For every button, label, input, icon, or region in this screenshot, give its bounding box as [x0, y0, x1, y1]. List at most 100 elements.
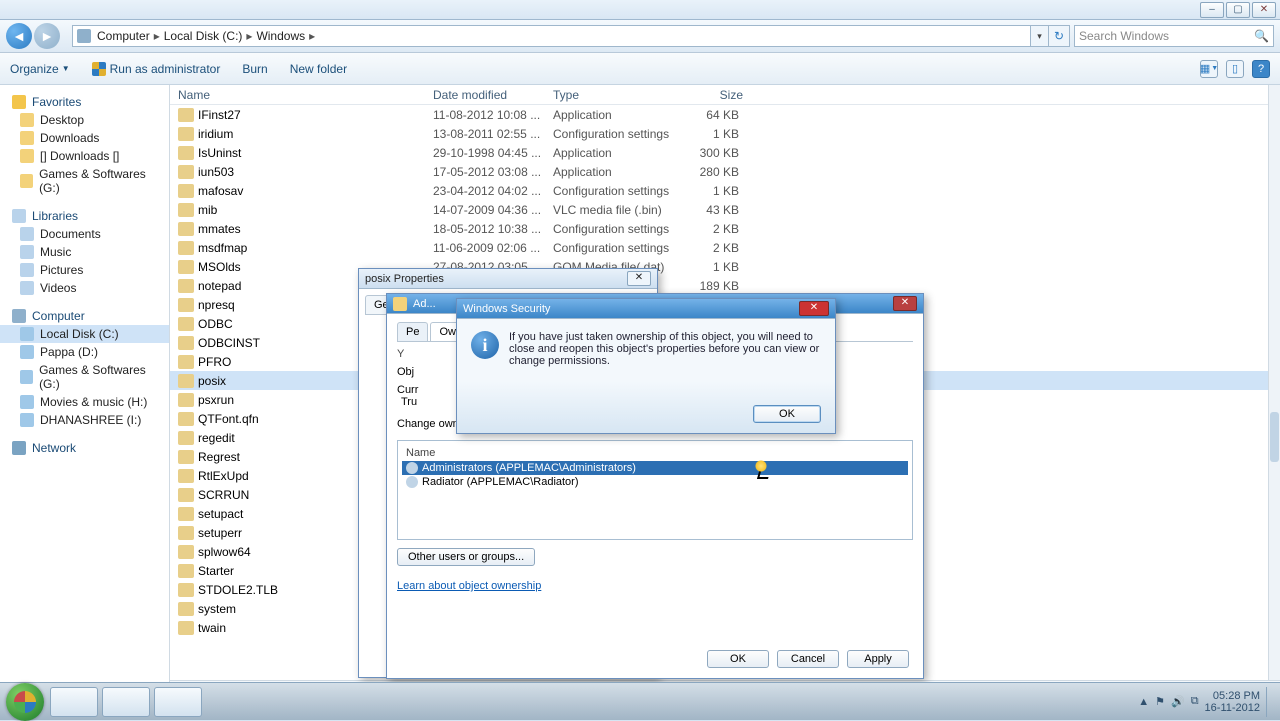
maximize-button[interactable]: ▢ — [1226, 2, 1250, 18]
file-icon — [178, 127, 194, 141]
newfolder-button[interactable]: New folder — [290, 62, 347, 76]
address-bar[interactable]: Computer▸ Local Disk (C:)▸ Windows▸ — [72, 25, 1031, 47]
file-icon — [178, 393, 194, 407]
sidebar-computer[interactable]: Computer — [0, 307, 169, 325]
file-icon — [178, 602, 194, 616]
show-desktop-button[interactable] — [1266, 687, 1274, 717]
folder-icon — [393, 297, 407, 311]
folder-icon — [20, 327, 34, 341]
system-tray[interactable]: ▲ ⚑ 🔊 ⧉ 05:28 PM16-11-2012 — [1138, 687, 1274, 717]
file-row[interactable]: msdfmap11-06-2009 02:06 ...Configuration… — [170, 238, 1268, 257]
sidebar-item[interactable]: Pappa (D:) — [0, 343, 169, 361]
file-row[interactable]: iun50317-05-2012 03:08 ...Application280… — [170, 162, 1268, 181]
file-icon — [178, 431, 194, 445]
folder-icon — [20, 174, 33, 188]
file-row[interactable]: mafosav23-04-2012 04:02 ...Configuration… — [170, 181, 1268, 200]
sidebar-item[interactable]: [] Downloads [] — [0, 147, 169, 165]
advsec-apply-button[interactable]: Apply — [847, 650, 909, 668]
learn-ownership-link[interactable]: Learn about object ownership — [397, 580, 541, 592]
advsec-cancel-button[interactable]: Cancel — [777, 650, 839, 668]
file-icon — [178, 165, 194, 179]
folder-icon — [20, 227, 34, 241]
file-icon — [178, 545, 194, 559]
search-input[interactable]: Search Windows 🔍 — [1074, 25, 1274, 47]
posix-close-button[interactable]: ✕ — [627, 271, 651, 286]
file-icon — [178, 374, 194, 388]
task-ie[interactable] — [102, 687, 150, 717]
other-users-button[interactable]: Other users or groups... — [397, 548, 535, 566]
search-icon: 🔍 — [1254, 29, 1269, 43]
owner-administrators[interactable]: Administrators (APPLEMAC\Administrators) — [402, 461, 908, 475]
sidebar-item[interactable]: Music — [0, 243, 169, 261]
alert-close-button[interactable]: ✕ — [799, 301, 829, 316]
sidebar-item[interactable]: Pictures — [0, 261, 169, 279]
file-row[interactable]: mib14-07-2009 04:36 ...VLC media file (.… — [170, 200, 1268, 219]
crumb-computer[interactable]: Computer — [97, 29, 150, 43]
file-row[interactable]: iridium13-08-2011 02:55 ...Configuration… — [170, 124, 1268, 143]
windows-security-dialog: Windows Security ✕ i If you have just ta… — [456, 298, 836, 434]
owner-radiator[interactable]: Radiator (APPLEMAC\Radiator) — [402, 475, 908, 489]
navigation-bar: ◄ ► Computer▸ Local Disk (C:)▸ Windows▸ … — [0, 20, 1280, 53]
file-icon — [178, 488, 194, 502]
back-button[interactable]: ◄ — [6, 23, 32, 49]
tray-clock[interactable]: 05:28 PM16-11-2012 — [1205, 690, 1260, 714]
file-icon — [178, 146, 194, 160]
tray-chevron-icon[interactable]: ▲ — [1138, 696, 1149, 708]
advsec-close-button[interactable]: ✕ — [893, 296, 917, 311]
folder-icon — [20, 281, 34, 295]
file-row[interactable]: mmates18-05-2012 10:38 ...Configuration … — [170, 219, 1268, 238]
alert-ok-button[interactable]: OK — [753, 405, 821, 423]
tray-volume-icon[interactable]: 🔊 — [1171, 695, 1185, 708]
sidebar-item[interactable]: Videos — [0, 279, 169, 297]
folder-icon — [20, 149, 34, 163]
tray-network-icon[interactable]: ⧉ — [1191, 695, 1199, 708]
task-app[interactable] — [154, 687, 202, 717]
sidebar-item[interactable]: Games & Softwares (G:) — [0, 165, 169, 197]
nav-sidebar: Favorites DesktopDownloads[] Downloads [… — [0, 85, 170, 720]
sidebar-favorites[interactable]: Favorites — [0, 93, 169, 111]
users-icon — [406, 462, 418, 474]
organize-menu[interactable]: Organize▼ — [10, 62, 70, 76]
refresh-button[interactable]: ↻ — [1048, 25, 1070, 47]
tray-flag-icon[interactable]: ⚑ — [1155, 695, 1165, 708]
sidebar-libraries[interactable]: Libraries — [0, 207, 169, 225]
file-row[interactable]: IFinst2711-08-2012 10:08 ...Application6… — [170, 105, 1268, 124]
col-type[interactable]: Type — [553, 88, 673, 102]
sidebar-item[interactable]: Documents — [0, 225, 169, 243]
crumb-windows[interactable]: Windows — [256, 29, 305, 43]
close-button[interactable]: ✕ — [1252, 2, 1276, 18]
scrollbar-thumb[interactable] — [1270, 412, 1279, 462]
sidebar-item[interactable]: Desktop — [0, 111, 169, 129]
address-dropdown[interactable]: ▾ — [1031, 25, 1049, 47]
owner-listbox[interactable]: Name Administrators (APPLEMAC\Administra… — [397, 440, 913, 540]
vertical-scrollbar[interactable] — [1268, 85, 1280, 680]
col-name[interactable]: Name — [178, 88, 433, 102]
task-explorer[interactable] — [50, 687, 98, 717]
file-icon — [178, 412, 194, 426]
sidebar-item[interactable]: Downloads — [0, 129, 169, 147]
runas-button[interactable]: Run as administrator — [92, 62, 221, 76]
crumb-localdisk[interactable]: Local Disk (C:) — [164, 29, 243, 43]
minimize-button[interactable]: – — [1200, 2, 1224, 18]
view-menu[interactable]: ▦▼ — [1200, 60, 1218, 78]
file-row[interactable]: IsUninst29-10-1998 04:45 ...Application3… — [170, 143, 1268, 162]
tab-permissions[interactable]: Pe — [397, 322, 428, 341]
col-size[interactable]: Size — [673, 88, 743, 102]
sidebar-item[interactable]: Local Disk (C:) — [0, 325, 169, 343]
advsec-ok-button[interactable]: OK — [707, 650, 769, 668]
start-button[interactable] — [6, 683, 44, 721]
computer-icon — [77, 29, 91, 43]
file-icon — [178, 336, 194, 350]
help-button[interactable]: ? — [1252, 60, 1270, 78]
col-date[interactable]: Date modified — [433, 88, 553, 102]
preview-pane-button[interactable]: ▯ — [1226, 60, 1244, 78]
column-header[interactable]: Name Date modified Type Size — [170, 85, 1268, 105]
forward-button[interactable]: ► — [34, 23, 60, 49]
sidebar-network[interactable]: Network — [0, 439, 169, 457]
sidebar-item[interactable]: Movies & music (H:) — [0, 393, 169, 411]
info-icon: i — [471, 331, 499, 359]
sidebar-item[interactable]: Games & Softwares (G:) — [0, 361, 169, 393]
burn-button[interactable]: Burn — [242, 62, 267, 76]
sidebar-item[interactable]: DHANASHREE (I:) — [0, 411, 169, 429]
file-row[interactable]: MSOlds27-08-2012 03:05 ...GOM Media file… — [170, 257, 1268, 276]
